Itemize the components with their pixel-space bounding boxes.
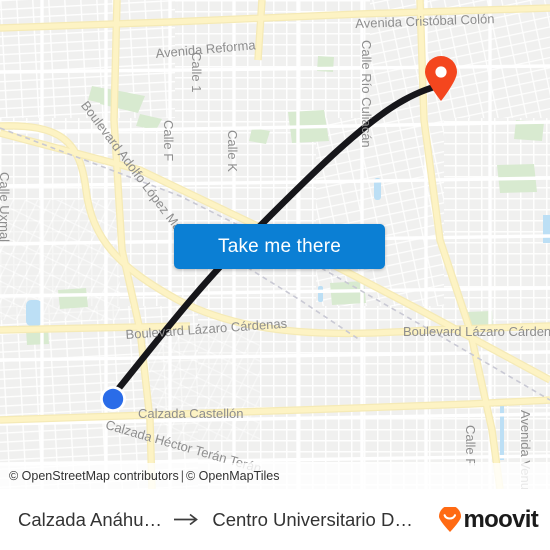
route-arrow-icon bbox=[174, 513, 201, 526]
origin-dot-marker[interactable] bbox=[99, 385, 127, 413]
route-origin-label: Calzada Anáhuac / ... bbox=[18, 508, 164, 530]
moovit-pin-icon bbox=[438, 506, 461, 532]
map-canvas[interactable]: Avenida Cristóbal Colón Avenida Reforma Ca… bbox=[0, 0, 550, 489]
attribution-separator: | bbox=[180, 469, 184, 483]
origin-dot-icon bbox=[100, 386, 126, 412]
moovit-route-screen: Avenida Cristóbal Colón Avenida Reforma Ca… bbox=[0, 0, 550, 550]
attribution-maptiles[interactable]: © OpenMapTiles bbox=[186, 469, 280, 483]
map-attribution: © OpenStreetMap contributors | © OpenMapTi… bbox=[0, 463, 550, 489]
attribution-osm[interactable]: © OpenStreetMap contributors bbox=[9, 469, 179, 483]
moovit-logo[interactable]: moovit bbox=[437, 505, 539, 534]
moovit-wordmark: moovit bbox=[463, 505, 539, 533]
route-destination-label: Centro Universitario De Tijua... bbox=[212, 508, 421, 530]
route-summary[interactable]: Calzada Anáhuac / ... Centro Universitar… bbox=[18, 509, 421, 531]
take-me-there-button[interactable]: Take me there bbox=[174, 224, 385, 269]
route-footer-bar: Calzada Anáhuac / ... Centro Universitar… bbox=[0, 489, 550, 550]
